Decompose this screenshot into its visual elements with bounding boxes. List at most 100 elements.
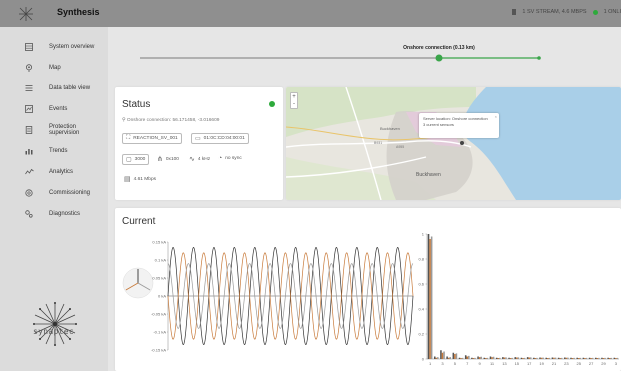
synaptec-logo-icon [33, 302, 77, 346]
harmonic-bar [539, 357, 541, 359]
sidebar-item-map[interactable]: Map [0, 58, 108, 78]
x-tick-label: 1 [429, 361, 432, 366]
zoom-in-button[interactable]: + [292, 94, 296, 100]
harmonic-bar [491, 357, 493, 360]
harmonic-bar [508, 357, 510, 359]
bitrate-info: ▤ 4.61 Mbps [124, 175, 156, 183]
harmonic-bar [540, 357, 543, 359]
harmonic-bar [542, 357, 544, 360]
map-popup: × Server location: Onshore connection 3 … [419, 113, 499, 138]
y-tick-label: 0.8 [418, 257, 424, 262]
harmonic-bar [526, 357, 529, 360]
harmonic-bar [608, 358, 611, 359]
harmonic-bar [536, 357, 538, 360]
harmonic-bar [472, 358, 475, 359]
harmonic-bar [447, 357, 450, 359]
y-tick-label: 0.2 [418, 332, 424, 337]
harmonic-bar [545, 357, 547, 359]
current-panel: Current 0.15 kA 0.1 kA 0.05 kA 0 kA -0.05 kA… [115, 208, 621, 371]
harmonic-bar [571, 358, 574, 359]
sidebar-item-data-table-view[interactable]: Data table view [0, 78, 108, 98]
popup-detail: 3 current sensors [423, 122, 454, 127]
grid-icon [23, 41, 35, 53]
location-value: Onshore connection: 56.171458, -3.016609 [126, 118, 220, 123]
bitrate-value: 4.61 Mbps [133, 176, 157, 182]
harmonic-bar [483, 357, 486, 359]
sidebar-item-label: Data table view [49, 85, 91, 91]
wave-icon: ∿ [189, 156, 195, 163]
meter-icon: ▤ [124, 176, 131, 183]
sensor-marker-icon[interactable] [460, 141, 464, 145]
appid-value: 3000 [134, 157, 146, 162]
harmonic-bar [514, 357, 517, 360]
harmonic-bar [454, 354, 456, 359]
harmonic-bar [458, 357, 461, 359]
harmonic-bar [455, 353, 458, 360]
connection-status: 1 SV STREAM, 4.6 MBPS 1 ONLI [512, 9, 621, 15]
map-label: A955 [396, 145, 404, 149]
harmonic-bar [495, 357, 498, 359]
zoom-out-button[interactable]: - [293, 101, 295, 107]
timeline-node-current[interactable] [435, 54, 443, 62]
sidebar-item-events[interactable]: Events [0, 99, 108, 119]
x-tick-label: 23 [564, 361, 569, 366]
app-logo-icon[interactable] [0, 0, 52, 27]
harmonic-bar [523, 357, 526, 360]
app-title: Synthesis [57, 7, 100, 17]
harmonic-bar [485, 358, 487, 359]
harmonic-bar [533, 357, 535, 359]
harmonic-bar [610, 357, 613, 360]
x-tick-label: 5 [454, 361, 457, 366]
connection-timeline: Onshore connection (0.13 km) [140, 45, 541, 62]
popup-close-icon[interactable]: × [495, 114, 497, 120]
map-panel[interactable]: Buckhaven Buckhaven B931 A955 + - × Serv… [286, 87, 621, 200]
harmonic-bar [613, 357, 616, 359]
appid-chip: ▢ 3000 [122, 154, 150, 165]
harmonic-bar [547, 358, 549, 359]
sidebar-item-protection-supervision[interactable]: Protection supervision [0, 120, 108, 140]
location-pin-icon: ⚲ [122, 118, 126, 123]
harmonic-bar [585, 357, 588, 360]
sidebar-item-diagnostics[interactable]: Diagnostics [0, 204, 108, 224]
sync-info: ◔ no sync [218, 155, 242, 162]
map-canvas[interactable]: Buckhaven Buckhaven B931 A955 [286, 87, 621, 200]
x-tick-label: 9 [479, 361, 482, 366]
sidebar-item-label: Map [49, 65, 61, 71]
sample-rate-value: 4 kHz [197, 156, 211, 162]
stream-status-text: 1 SV STREAM, 4.6 MBPS [522, 9, 587, 15]
harmonics-chart: 10.80.60.40.201 3 5 7 9 11 13 15 17 19 21 23 25 27 29 3 [418, 232, 619, 366]
vlan-value: 0x100 [165, 156, 179, 162]
harmonic-bar [480, 356, 482, 359]
events-icon [23, 103, 35, 115]
y-tick-label: -0.15 kA [151, 348, 166, 353]
harmonic-bar [509, 358, 512, 359]
harmonic-bar [554, 357, 557, 360]
harmonic-bar [517, 357, 520, 360]
harmonic-bar [430, 236, 433, 359]
brand-name: synaptec [33, 327, 74, 336]
harmonic-bar [528, 357, 530, 359]
harmonic-bar [489, 356, 492, 359]
harmonic-bar [429, 239, 431, 359]
harmonic-bar [616, 357, 619, 360]
sync-value: no sync [225, 156, 242, 161]
harmonic-bar [503, 357, 506, 359]
mac-chip: ▭ 01:0C:CD:04:00:01 [191, 133, 249, 144]
y-tick-label: 0.1 kA [155, 258, 167, 263]
timeline-node-end[interactable] [537, 56, 541, 60]
harmonic-bar [461, 357, 464, 360]
sidebar-item-trends[interactable]: Trends [0, 141, 108, 161]
network-icon: ▭ [195, 136, 201, 142]
harmonic-bar [595, 357, 597, 359]
sidebar-item-commissioning[interactable]: Commissioning [0, 183, 108, 203]
current-title: Current [122, 216, 156, 227]
sidebar-item-system-overview[interactable]: System overview [0, 37, 108, 57]
map-label: Buckhaven [416, 172, 441, 178]
harmonic-bar [577, 358, 580, 359]
harmonic-bar [607, 357, 609, 359]
sidebar-item-analytics[interactable]: Analytics [0, 162, 108, 182]
harmonic-bar [522, 358, 524, 359]
harmonic-bar [576, 357, 578, 359]
harmonic-bar [435, 357, 438, 359]
harmonic-bar [433, 356, 436, 359]
